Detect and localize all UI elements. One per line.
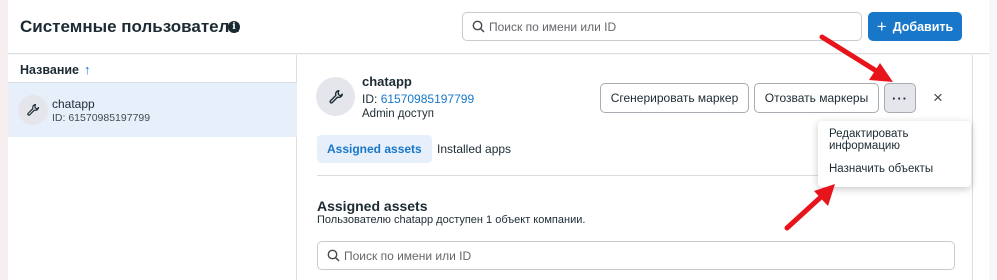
wrench-icon [18, 95, 48, 125]
user-name: chatapp [362, 74, 412, 89]
more-button[interactable]: ··· [884, 83, 916, 113]
arrow-up-icon: ↑ [84, 62, 91, 77]
avatar [316, 77, 355, 116]
user-id-label: ID: [362, 92, 378, 106]
section-title: Assigned assets [317, 198, 428, 214]
section-description: Пользователю chatapp доступен 1 объект к… [317, 214, 586, 226]
assets-search-box[interactable] [317, 241, 955, 270]
revoke-tokens-button[interactable]: Отозвать маркеры [754, 83, 879, 113]
info-icon[interactable]: i [228, 21, 240, 33]
search-box[interactable] [462, 12, 862, 41]
generate-token-button[interactable]: Сгенерировать маркер [600, 83, 749, 113]
page-left-stripe [0, 0, 8, 280]
plus-icon: + [876, 17, 887, 36]
assets-search-input[interactable] [344, 242, 946, 269]
more-menu: Редактировать информацию Назначить объек… [818, 121, 971, 187]
users-list-panel: Название ↑ chatapp ID: 61570985197799 [8, 55, 297, 280]
search-icon [327, 249, 340, 262]
search-icon [472, 20, 485, 33]
menu-item-assign-assets[interactable]: Назначить объекты [818, 154, 971, 184]
tab-assigned-assets[interactable]: Assigned assets [317, 135, 432, 163]
search-input[interactable] [489, 13, 853, 40]
list-item[interactable]: chatapp ID: 61570985197799 [8, 83, 297, 137]
list-item-name: chatapp [52, 97, 95, 111]
header: Системные пользователи i + Добавить [8, 0, 989, 54]
page-title: Системные пользователи [20, 17, 240, 36]
right-panel-edge [972, 55, 989, 280]
add-button[interactable]: + Добавить [868, 12, 962, 41]
more-icon: ··· [892, 90, 908, 106]
tab-installed-apps[interactable]: Installed apps [427, 135, 521, 163]
wrench-icon [328, 89, 343, 104]
user-role: Admin доступ [362, 108, 435, 120]
close-icon[interactable]: × [929, 88, 947, 107]
column-header-name[interactable]: Название ↑ [20, 62, 91, 77]
menu-item-edit-info[interactable]: Редактировать информацию [818, 125, 971, 155]
list-item-id: ID: 61570985197799 [52, 112, 151, 124]
user-id-value[interactable]: 61570985197799 [381, 92, 474, 106]
user-id: ID: 61570985197799 [362, 92, 474, 106]
add-button-label: Добавить [892, 19, 954, 34]
column-header-label: Название [20, 62, 80, 77]
